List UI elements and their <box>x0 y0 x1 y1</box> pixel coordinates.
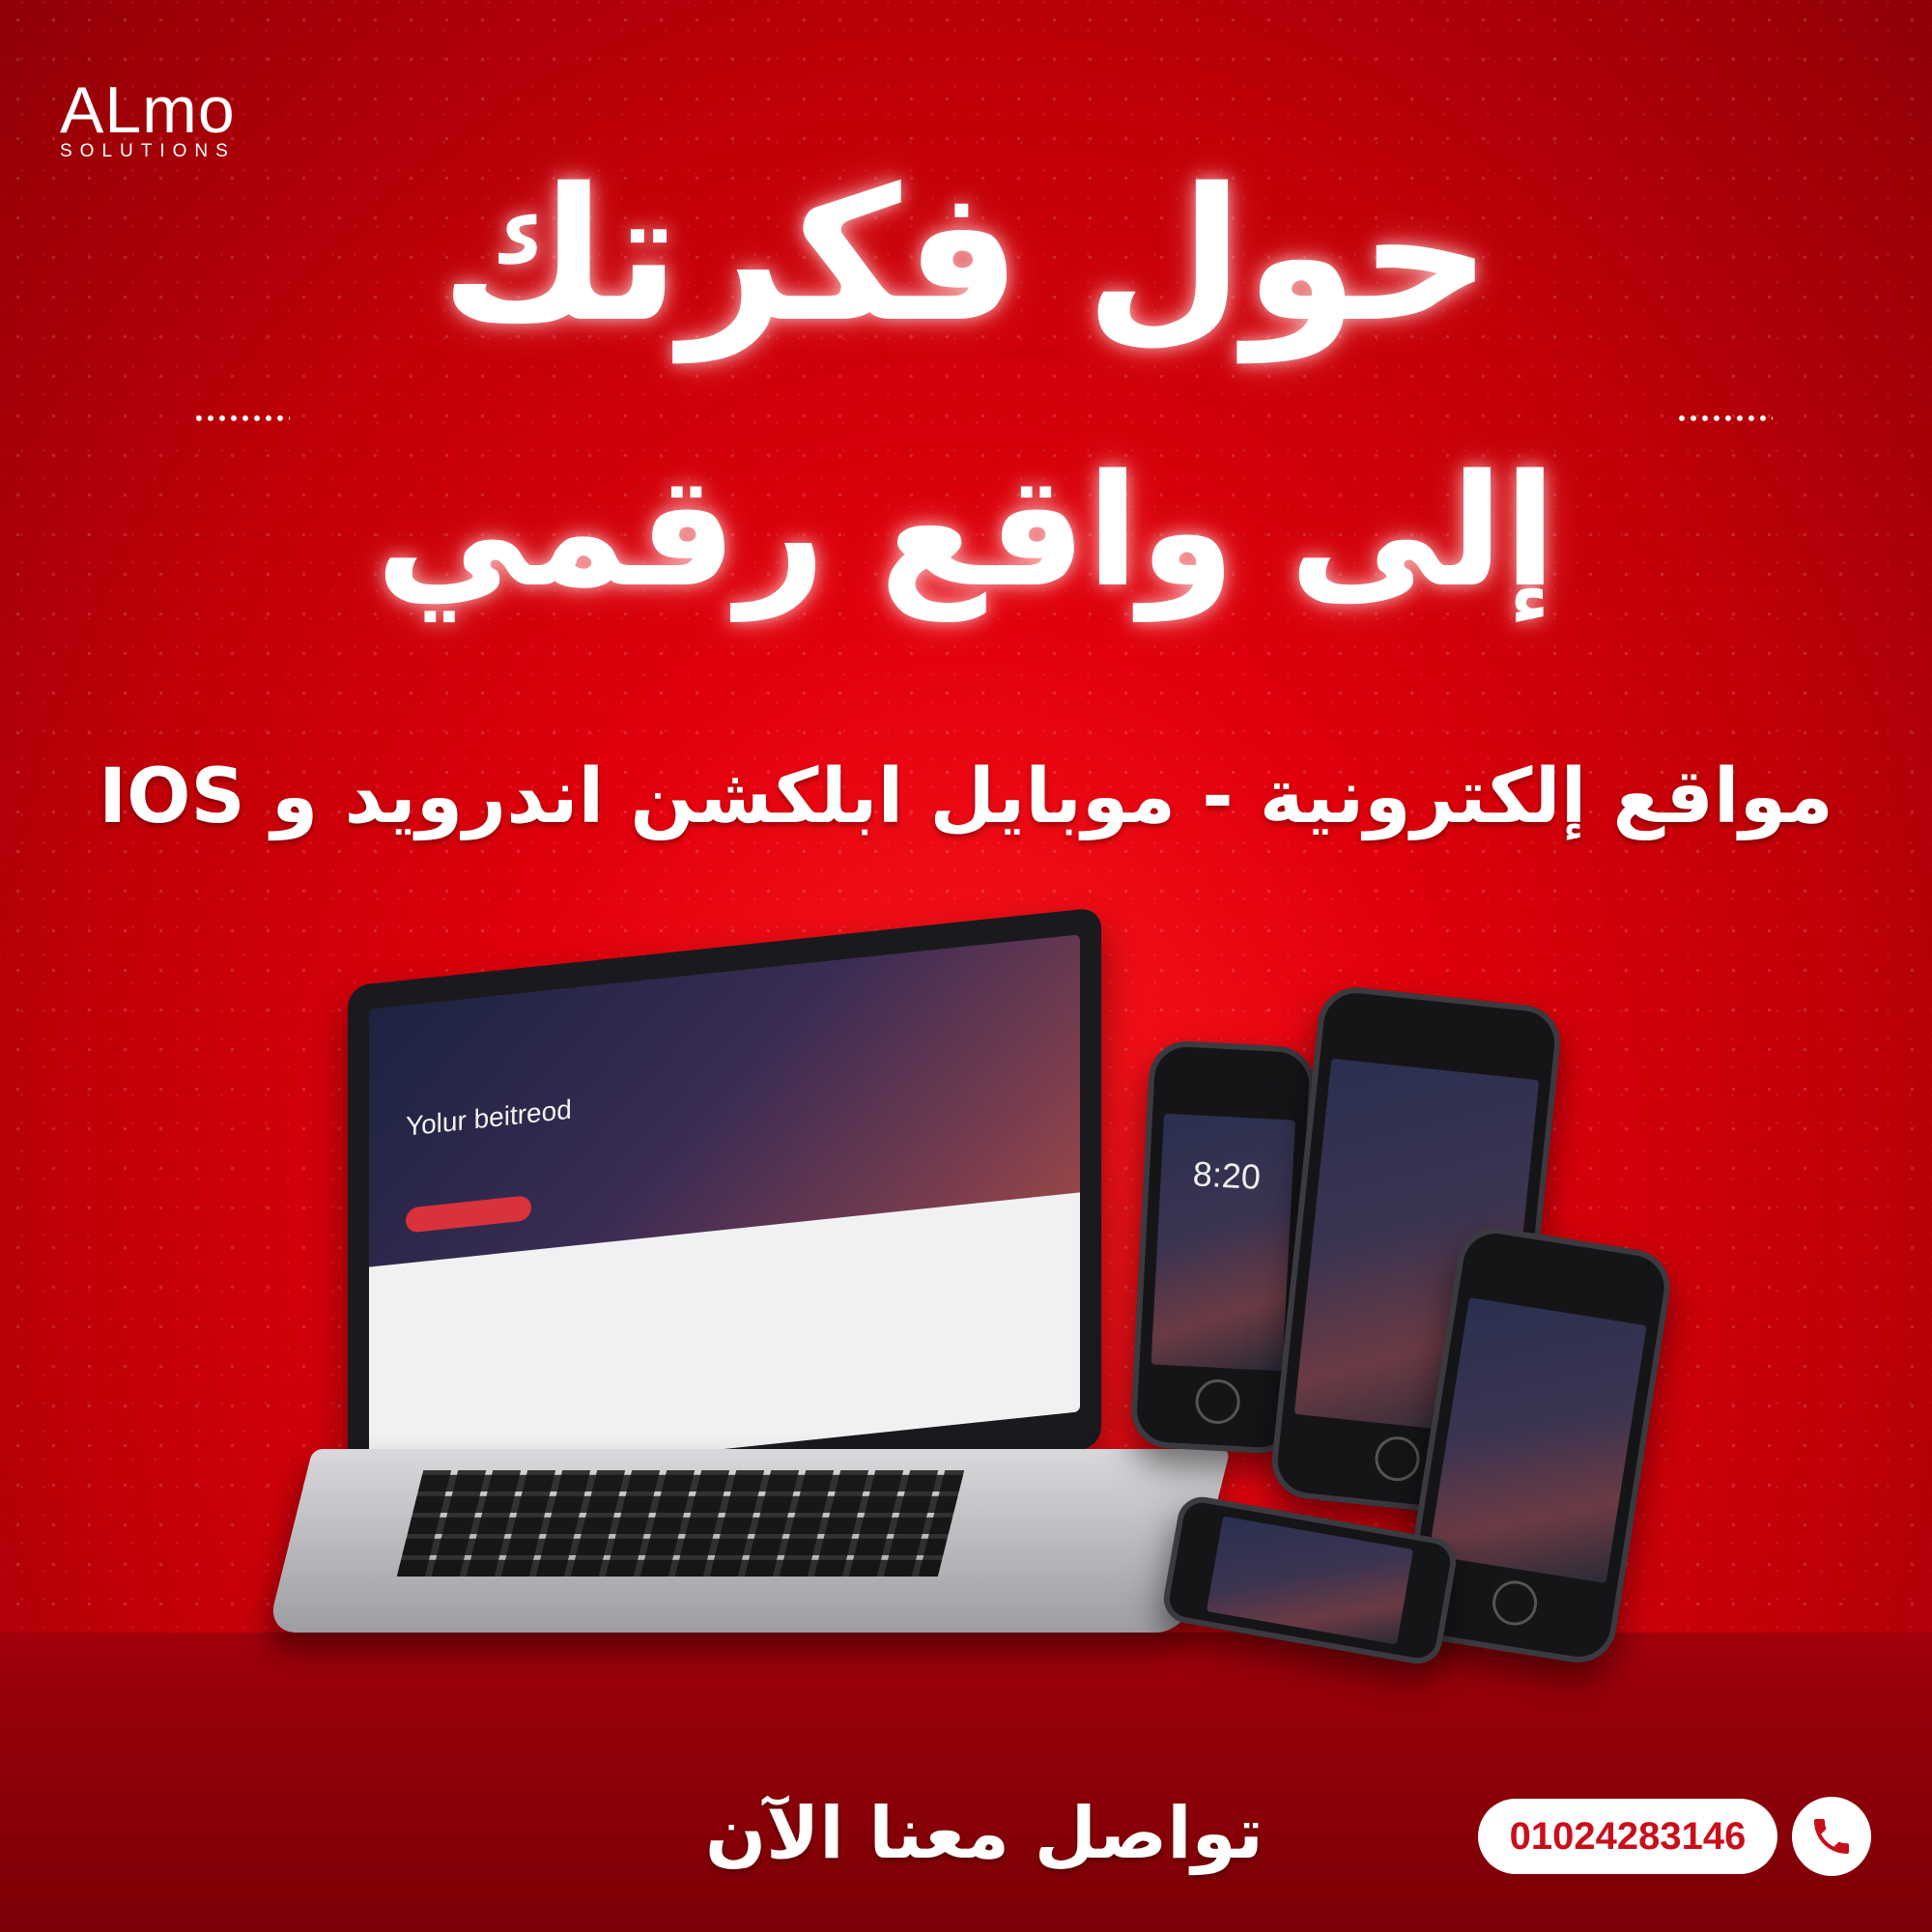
phone-screen-1: 8:20 <box>1151 1113 1295 1372</box>
headline-line-2: إلى واقع رقمي <box>375 440 1557 621</box>
phone-screen-3 <box>1428 1297 1647 1583</box>
laptop-hero-text: Yolur beitreod <box>406 1094 572 1142</box>
floor-band <box>0 1633 1932 1932</box>
services-subline: مواقع إلكترونية - موبايل ابلكشن اندرويد … <box>99 753 1833 840</box>
laptop-mockup: Yolur beitreod <box>267 907 1231 1642</box>
logo-word: ALmo <box>60 73 236 147</box>
laptop-screen: Yolur beitreod <box>369 934 1080 1487</box>
brand-logo: ALmo SOLUTIONS <box>60 77 236 162</box>
decorative-dots-right <box>1676 411 1773 426</box>
home-button-icon <box>1489 1577 1541 1629</box>
laptop-keyboard <box>396 1470 965 1577</box>
contact-cta-text: تواصل معنا الآن <box>705 1792 1264 1875</box>
decorative-dots-left <box>193 411 290 426</box>
laptop-screen-content <box>369 1192 1080 1487</box>
phone-icon <box>1814 1819 1849 1854</box>
call-button[interactable] <box>1792 1797 1871 1876</box>
phone-screen-4 <box>1206 1516 1414 1645</box>
logo-subtitle: SOLUTIONS <box>60 141 236 161</box>
laptop-lid: Yolur beitreod <box>348 907 1101 1527</box>
home-button-icon <box>1194 1378 1241 1426</box>
laptop-base <box>267 1449 1231 1633</box>
headline-line-1: حول فكرتك <box>440 149 1492 362</box>
phone-number-pill[interactable]: 01024283146 <box>1478 1799 1777 1874</box>
laptop-cta-bar <box>406 1195 531 1234</box>
phone-number: 01024283146 <box>1509 1814 1747 1858</box>
phone-clock: 8:20 <box>1191 1153 1262 1197</box>
home-button-icon <box>1373 1434 1422 1484</box>
